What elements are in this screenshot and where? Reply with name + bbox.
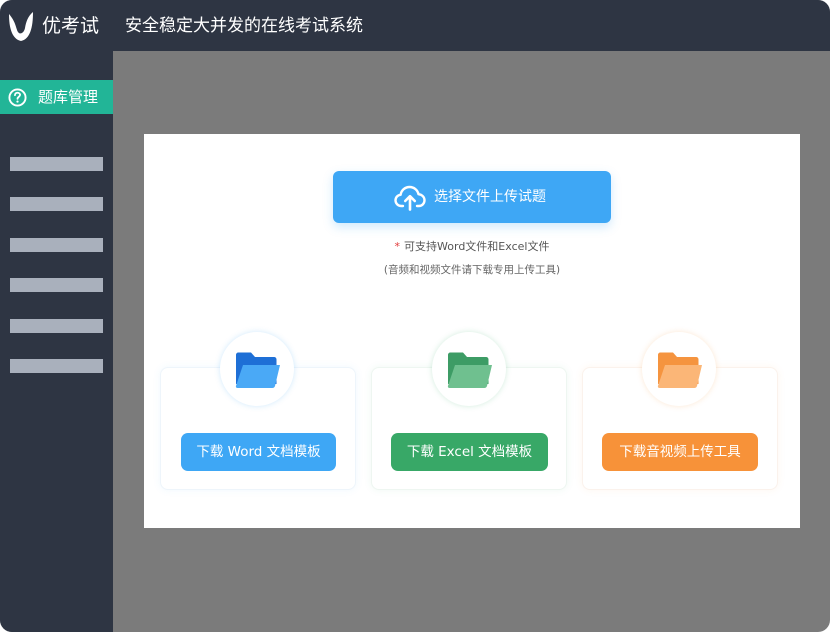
download-media-tool-button[interactable]: 下载音视频上传工具 [602, 433, 758, 471]
sidebar-placeholder-item[interactable] [10, 238, 103, 252]
sidebar-placeholder-item[interactable] [10, 359, 103, 373]
sidebar-item-label: 题库管理 [38, 88, 99, 106]
blue-folder-icon [235, 352, 280, 388]
media-folder-badge [642, 332, 716, 406]
media-upload-note: (音频和视频文件请下载专用上传工具) [383, 264, 561, 276]
sidebar-placeholder-item[interactable] [10, 319, 103, 333]
sidebar-item-question-bank[interactable]: 题库管理 [0, 80, 113, 114]
sidebar: 题库管理 [0, 51, 113, 632]
upload-questions-button[interactable]: 选择文件上传试题 [333, 171, 611, 223]
logo-icon [9, 12, 33, 41]
download-word-template-button[interactable]: 下载 Word 文档模板 [181, 433, 336, 471]
brand-name: 优考试 [42, 15, 100, 37]
download-excel-template-button[interactable]: 下载 Excel 文档模板 [391, 433, 548, 471]
supported-formats-note: * 可支持Word文件和Excel文件 [144, 239, 800, 255]
upload-panel: 选择文件上传试题 * 可支持Word文件和Excel文件 (音频和视频文件请下载专… [144, 134, 800, 528]
sidebar-placeholder-item[interactable] [10, 197, 103, 211]
header-slogan: 安全稳定大并发的在线考试系统 [125, 16, 363, 36]
sidebar-placeholder-item[interactable] [10, 278, 103, 292]
cloud-upload-icon [394, 185, 426, 211]
question-circle-icon [8, 88, 27, 107]
upload-button-label: 选择文件上传试题 [434, 189, 546, 205]
orange-folder-icon [657, 352, 702, 388]
excel-folder-badge [432, 332, 506, 406]
word-folder-badge [220, 332, 294, 406]
app-window: 优考试 安全稳定大并发的在线考试系统 题库管理 选择文件上传试题 * 可支持Wo… [0, 0, 830, 632]
supported-formats-text: 可支持Word文件和Excel文件 [404, 240, 550, 253]
sidebar-placeholder-item[interactable] [10, 157, 103, 171]
green-folder-icon [447, 352, 492, 388]
top-bar: 优考试 安全稳定大并发的在线考试系统 [0, 0, 830, 51]
required-star: * [394, 240, 401, 253]
